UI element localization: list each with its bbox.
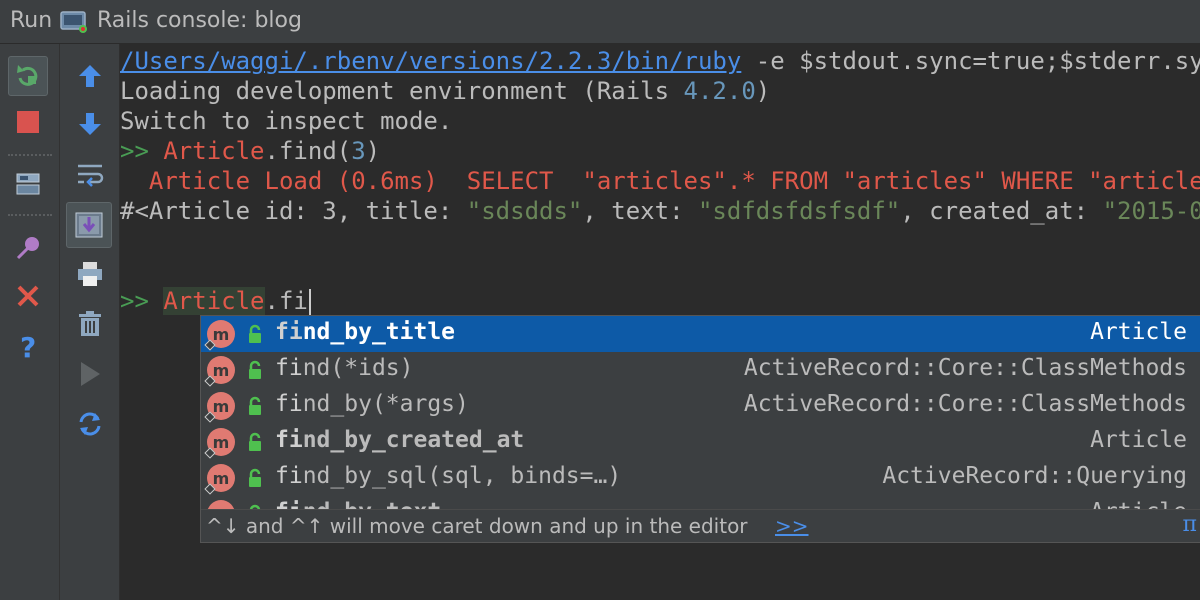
stop-icon: [17, 111, 39, 133]
tab-rails-console[interactable]: Rails console: blog: [97, 8, 302, 33]
completion-item-name: find(*ids): [275, 355, 413, 381]
completion-match-prefix: fi: [275, 391, 303, 417]
pi-icon[interactable]: π: [1183, 512, 1197, 537]
pin-button[interactable]: [8, 228, 48, 268]
hint-more-link[interactable]: >>: [775, 514, 809, 538]
soft-wrap-icon: [78, 164, 104, 187]
completion-item-name: find_by_created_at: [275, 427, 524, 453]
arrow-up-icon: [79, 65, 101, 87]
public-lock-icon: [245, 396, 265, 416]
close-button[interactable]: [8, 276, 48, 316]
console-line-command: /Users/waggi/.rbenv/versions/2.2.3/bin/r…: [120, 46, 1200, 76]
soft-wrap-button[interactable]: [70, 154, 110, 194]
run-label: Run: [10, 8, 53, 33]
completion-match-prefix: fi: [275, 355, 303, 381]
completion-name-rest: nd(*ids): [302, 355, 414, 381]
completion-item[interactable]: m find_by_title Article: [201, 316, 1200, 352]
run-tool-window-header: Run Rails console: blog: [0, 0, 1200, 44]
completion-item-name: find_by_sql(sql, binds=…): [275, 463, 621, 489]
result-title: "sdsdds": [466, 197, 583, 225]
down-button[interactable]: [70, 104, 110, 144]
completion-match-prefix: fi: [275, 427, 303, 453]
result-date: "2015-08-3: [1102, 197, 1200, 225]
pin-icon: [16, 237, 39, 260]
method-arg: 3: [351, 137, 366, 165]
completion-item-class: ActiveRecord::Core::ClassMethods: [743, 355, 1187, 381]
method-close: ): [365, 137, 381, 165]
input-typed: .fi: [264, 287, 308, 315]
close-icon: [17, 285, 39, 307]
completion-hint-text: ^↓ and ^↑ will move caret down and up in…: [206, 514, 748, 538]
result-sep2: , created_at:: [900, 197, 1103, 225]
completion-item[interactable]: m find_by_sql(sql, binds=…) ActiveRecord::…: [201, 460, 1200, 496]
console-line-loading: Loading development environment (Rails 4…: [120, 76, 770, 106]
result-sep: , text:: [582, 197, 698, 225]
clear-all-button[interactable]: [70, 304, 110, 344]
rerun-button[interactable]: [8, 56, 48, 96]
completion-name-rest: nd_by_sql(sql, binds=…): [302, 463, 622, 489]
console-line-sql: Article Load (0.6ms) SELECT "articles".*…: [120, 167, 1200, 195]
scroll-to-end-icon: [75, 212, 103, 238]
console-line-inspect: Switch to inspect mode.: [120, 107, 453, 135]
completion-name-rest: nd_by_created_at: [302, 427, 525, 453]
command-args: -e $stdout.sync=true;$stderr.sync=: [741, 47, 1200, 75]
help-icon: ?: [20, 331, 36, 361]
loading-text: Loading development environment (Rails: [120, 77, 684, 105]
arrow-down-icon: [79, 113, 101, 135]
toolbar-separator: [8, 154, 52, 156]
method-call: .find(: [264, 137, 352, 165]
console-input-line[interactable]: >> Article.fi: [120, 286, 311, 316]
execute-button[interactable]: [70, 354, 110, 394]
completion-item-class: ActiveRecord::Core::ClassMethods: [743, 391, 1187, 417]
loading-close: ): [755, 77, 771, 105]
text-caret: [308, 289, 311, 315]
input-prompt: >>: [120, 287, 164, 315]
reload-icon: [79, 412, 101, 436]
completion-item[interactable]: m find_by(*args) ActiveRecord::Core::Class…: [201, 388, 1200, 424]
completion-name-rest: nd_by(*args): [302, 391, 469, 417]
trash-icon: [79, 311, 101, 336]
completion-name-rest: nd_by_title: [302, 319, 456, 345]
completion-item-class: ActiveRecord::Querying: [882, 463, 1187, 489]
class-name: Article: [163, 137, 265, 165]
result-text: "sdfdsfdsfsdf": [697, 197, 901, 225]
completion-item-class: Article: [1090, 427, 1187, 453]
completion-popup: m find_by_title Article m find(*ids) ActiveRe…: [200, 315, 1200, 543]
input-class: Article: [163, 287, 265, 315]
print-button[interactable]: [70, 254, 110, 294]
rails-console-icon: [60, 11, 87, 33]
completion-match-prefix: fi: [275, 463, 303, 489]
completion-item-class: Article: [1090, 319, 1187, 345]
up-button[interactable]: [70, 56, 110, 96]
scroll-to-end-button[interactable]: [66, 202, 112, 248]
console-line-find: >> Article.find(3): [120, 136, 380, 166]
print-icon: [78, 262, 102, 286]
public-lock-icon: [245, 360, 265, 380]
rerun-icon: [17, 65, 38, 86]
reload-button[interactable]: [70, 404, 110, 444]
run-toolbar-primary: ?: [0, 44, 60, 600]
ruby-path-link[interactable]: /Users/waggi/.rbenv/versions/2.2.3/bin/r…: [120, 47, 741, 75]
public-lock-icon: [245, 324, 265, 344]
completion-hint-bar: ^↓ and ^↑ will move caret down and up in…: [201, 509, 1200, 542]
console-line-result: #<Article id: 3, title: "sdsdds", text: …: [120, 196, 1200, 226]
play-icon: [81, 362, 100, 386]
result-prefix: #<Article id: 3, title:: [120, 197, 467, 225]
help-button[interactable]: ?: [8, 326, 48, 366]
completion-item[interactable]: m find(*ids) ActiveRecord::Core::ClassMeth…: [201, 352, 1200, 388]
layout-icon: [16, 173, 40, 195]
stop-button[interactable]: [8, 102, 48, 142]
rails-version: 4.2.0: [683, 77, 756, 105]
completion-item[interactable]: m find_by_created_at Article: [201, 424, 1200, 460]
prompt: >>: [120, 137, 164, 165]
toolbar-separator: [8, 214, 52, 216]
svg-text:?: ?: [20, 331, 36, 361]
public-lock-icon: [245, 432, 265, 452]
completion-match-prefix: fi: [275, 319, 303, 345]
layout-button[interactable]: [8, 164, 48, 204]
completion-item-name: find_by(*args): [275, 391, 469, 417]
completion-item-name: find_by_title: [275, 319, 455, 345]
public-lock-icon: [245, 468, 265, 488]
console-toolbar-secondary: [60, 44, 120, 600]
